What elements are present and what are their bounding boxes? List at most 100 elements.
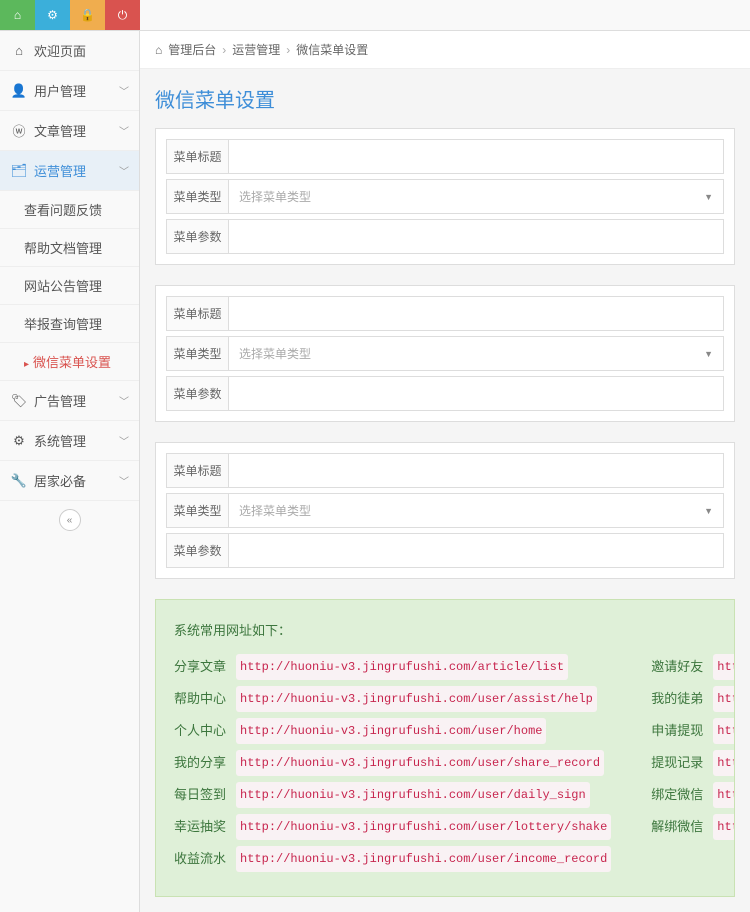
user-icon: 👤 [10,83,28,99]
nav-label: 用户管理 [34,81,119,100]
select-placeholder: 选择菜单类型 [239,345,311,362]
list-icon: 🗂 [10,163,28,179]
url-row: 我的徒弟 http: [651,686,735,712]
url-name: 申请提现 [651,718,703,744]
tag-icon: 🏷 [10,393,28,409]
url-row: 帮助中心 http://huoniu-v3.jingrufushi.com/use… [174,686,611,712]
url-row: 绑定微信 http: [651,782,735,808]
label-menu-param: 菜单参数 [167,534,229,567]
url-value[interactable]: http: [713,814,735,840]
url-value[interactable]: http: [713,718,735,744]
common-urls-box: 系统常用网址如下： 分享文章 http://huoniu-v3.jingrufus… [155,599,735,897]
breadcrumb: ⌂ 管理后台 › 运营管理 › 微信菜单设置 [140,31,750,69]
menu-form-2: 菜单标题 菜单类型选择菜单类型▼ 菜单参数 [155,285,735,422]
label-menu-type: 菜单类型 [167,494,229,527]
url-name: 收益流水 [174,846,226,872]
url-name: 每日签到 [174,782,226,808]
dropdown-arrow-icon: ▼ [704,349,713,359]
select-menu-type[interactable]: 选择菜单类型▼ [229,494,723,527]
select-menu-type[interactable]: 选择菜单类型 ▼ [229,337,723,370]
nav-label: 文章管理 [34,121,119,140]
sub-feedback[interactable]: 查看问题反馈 [0,191,139,229]
wrench-icon: 🔧 [10,473,28,489]
label-menu-type: 菜单类型 [167,180,229,213]
chevron-down-icon: ﹀ [119,433,129,448]
url-value[interactable]: http: [713,782,735,808]
page-title: 微信菜单设置 [155,84,735,113]
url-value[interactable]: http: [713,654,735,680]
url-row: 个人中心 http://huoniu-v3.jingrufushi.com/use… [174,718,611,744]
wordpress-icon: ⓦ [10,121,28,140]
nav-home-essentials[interactable]: 🔧 居家必备 ﹀ [0,461,139,501]
menu-form-3: 菜单标题 菜单类型选择菜单类型▼ 菜单参数 [155,442,735,579]
top-home-button[interactable]: ⌂ [0,0,35,30]
url-name: 提现记录 [651,750,703,776]
nav-label: 系统管理 [34,431,119,450]
sub-report-query[interactable]: 举报查询管理 [0,305,139,343]
sub-announcement[interactable]: 网站公告管理 [0,267,139,305]
url-value[interactable]: http://huoniu-v3.jingrufushi.com/user/sh… [236,750,604,776]
url-row: 申请提现 http: [651,718,735,744]
url-value[interactable]: http: [713,750,735,776]
url-list-right: 邀请好友http:我的徒弟http:申请提现http:提现记录http:绑定微信… [651,654,735,878]
input-menu-param[interactable] [229,220,723,253]
nav-welcome[interactable]: ⌂ 欢迎页面 [0,31,139,71]
sub-help-doc[interactable]: 帮助文档管理 [0,229,139,267]
sub-wechat-menu[interactable]: 微信菜单设置 [0,343,139,381]
chevron-down-icon: ﹀ [119,83,129,98]
url-row: 解绑微信 http: [651,814,735,840]
input-menu-title[interactable] [229,297,723,330]
top-power-button[interactable]: ⏻ [105,0,140,30]
chevron-down-icon: ﹀ [119,473,129,488]
nav-label: 欢迎页面 [34,41,129,60]
top-lock-button[interactable]: 🔒 [70,0,105,30]
url-name: 我的徒弟 [651,686,703,712]
nav-label: 广告管理 [34,391,119,410]
main-content: ⌂ 管理后台 › 运营管理 › 微信菜单设置 微信菜单设置 菜单标题 菜单类型选… [140,31,750,912]
url-value[interactable]: http: [713,686,735,712]
url-value[interactable]: http://huoniu-v3.jingrufushi.com/user/as… [236,686,597,712]
select-menu-type[interactable]: 选择菜单类型▼ [229,180,723,213]
url-list-left: 分享文章 http://huoniu-v3.jingrufushi.com/art… [174,654,611,878]
url-row: 提现记录 http: [651,750,735,776]
url-name: 个人中心 [174,718,226,744]
url-name: 帮助中心 [174,686,226,712]
label-menu-title: 菜单标题 [167,297,229,330]
url-name: 分享文章 [174,654,226,680]
menu-form-1: 菜单标题 菜单类型选择菜单类型▼ 菜单参数 [155,128,735,265]
nav-ad-mgmt[interactable]: 🏷 广告管理 ﹀ [0,381,139,421]
label-menu-title: 菜单标题 [167,454,229,487]
url-value[interactable]: http://huoniu-v3.jingrufushi.com/user/da… [236,782,590,808]
gears-icon: ⚙ [10,433,28,449]
home-icon: ⌂ [10,43,28,58]
url-row: 邀请好友 http: [651,654,735,680]
input-menu-title[interactable] [229,454,723,487]
breadcrumb-item[interactable]: 运营管理 [232,41,280,58]
url-name: 邀请好友 [651,654,703,680]
url-row: 收益流水 http://huoniu-v3.jingrufushi.com/use… [174,846,611,872]
url-name: 解绑微信 [651,814,703,840]
input-menu-title[interactable] [229,140,723,173]
url-value[interactable]: http://huoniu-v3.jingrufushi.com/user/lo… [236,814,611,840]
url-value[interactable]: http://huoniu-v3.jingrufushi.com/user/in… [236,846,611,872]
nav-article-mgmt[interactable]: ⓦ 文章管理 ﹀ [0,111,139,151]
nav-system-mgmt[interactable]: ⚙ 系统管理 ﹀ [0,421,139,461]
common-urls-heading: 系统常用网址如下： [174,618,716,644]
url-value[interactable]: http://huoniu-v3.jingrufushi.com/article… [236,654,568,680]
input-menu-param[interactable] [229,377,723,410]
chevron-down-icon: ﹀ [119,393,129,408]
top-settings-button[interactable]: ⚙ [35,0,70,30]
url-name: 绑定微信 [651,782,703,808]
breadcrumb-sep: › [222,43,226,57]
breadcrumb-item[interactable]: 管理后台 [168,41,216,58]
breadcrumb-item: 微信菜单设置 [296,41,368,58]
url-value[interactable]: http://huoniu-v3.jingrufushi.com/user/ho… [236,718,546,744]
nav-operation-mgmt[interactable]: 🗂 运营管理 ﹀ [0,151,139,191]
sidebar: ⌂ 欢迎页面 👤 用户管理 ﹀ ⓦ 文章管理 ﹀ 🗂 运营管理 ﹀ 查看问题反馈… [0,31,140,912]
label-menu-title: 菜单标题 [167,140,229,173]
input-menu-param[interactable] [229,534,723,567]
nav-user-mgmt[interactable]: 👤 用户管理 ﹀ [0,71,139,111]
sidebar-collapse-button[interactable]: « [59,509,81,531]
dropdown-arrow-icon: ▼ [704,192,713,202]
url-row: 每日签到 http://huoniu-v3.jingrufushi.com/use… [174,782,611,808]
